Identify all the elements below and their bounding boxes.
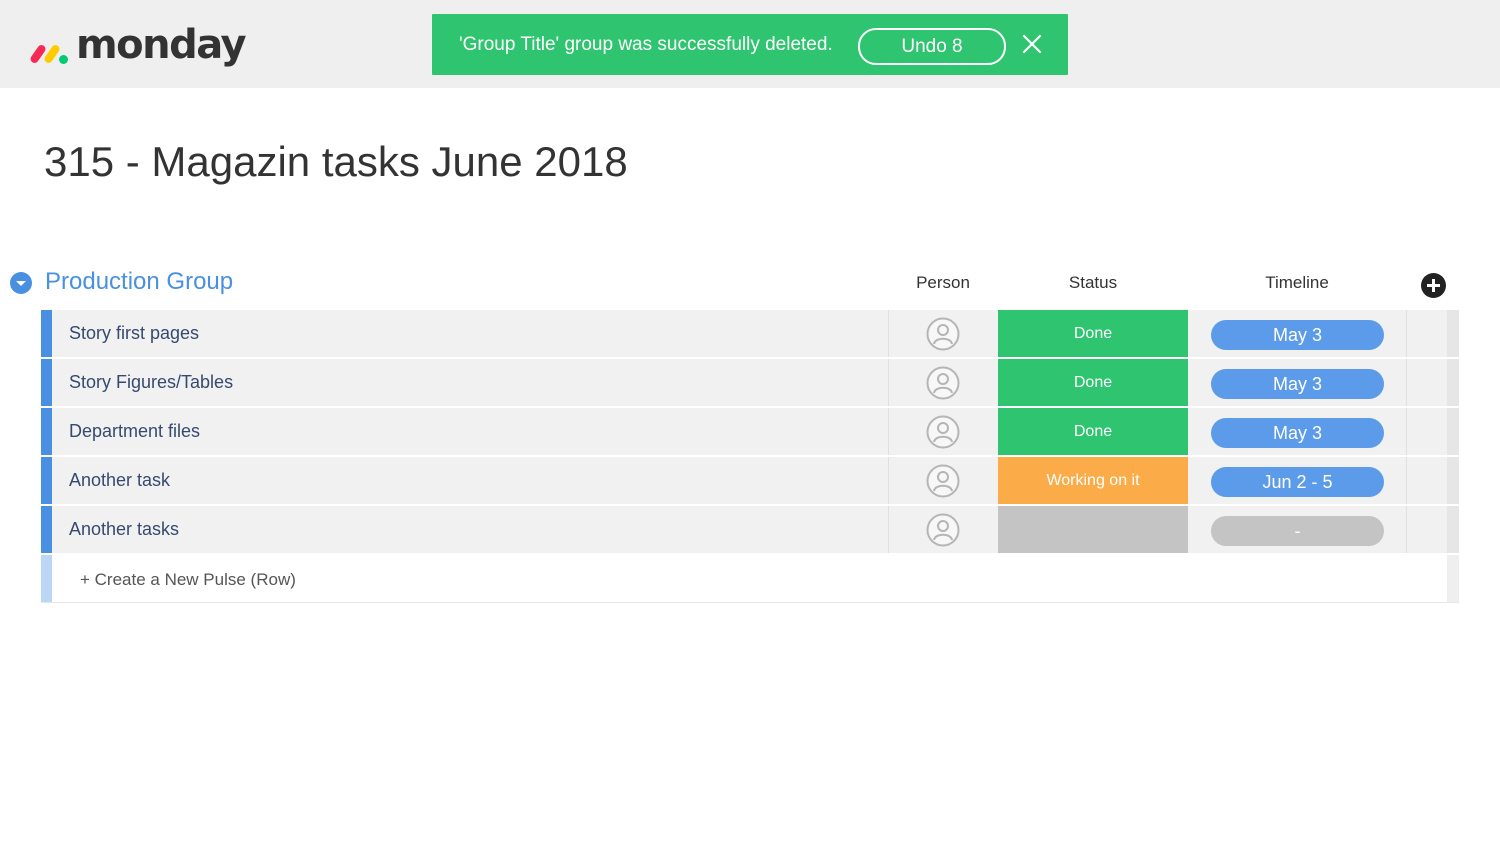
timeline-pill[interactable]: May 3 (1211, 369, 1384, 399)
group-title[interactable]: Production Group (45, 266, 233, 298)
row-name[interactable]: Department files (69, 408, 200, 455)
table-row[interactable]: Department files Done May 3 (41, 408, 1459, 455)
status-cell[interactable]: Done (998, 310, 1188, 357)
create-new-row[interactable]: + Create a New Pulse (Row) (41, 555, 1459, 603)
column-divider (1406, 310, 1407, 357)
group-table: Story first pages Done May 3 Story Figures/… (41, 310, 1459, 603)
logo-mark-icon (28, 30, 72, 65)
column-divider (888, 359, 889, 406)
group-color-bar (41, 555, 52, 602)
board-title[interactable]: 315 - Magazin tasks June 2018 (44, 134, 628, 190)
toast-message: 'Group Title' group was successfully del… (459, 34, 833, 55)
status-cell[interactable] (998, 506, 1188, 553)
column-header-status[interactable]: Status (998, 272, 1188, 294)
column-header-person[interactable]: Person (889, 272, 997, 294)
column-divider (1406, 359, 1407, 406)
column-divider (888, 310, 889, 357)
logo-text: monday (76, 22, 247, 68)
person-avatar-icon[interactable] (926, 464, 960, 498)
timeline-pill[interactable]: Jun 2 - 5 (1211, 467, 1384, 497)
row-end-cap (1447, 506, 1459, 553)
undo-button[interactable]: Undo 8 (858, 28, 1006, 65)
table-row[interactable]: Story Figures/Tables Done May 3 (41, 359, 1459, 406)
table-row[interactable]: Another tasks - (41, 506, 1459, 553)
close-icon[interactable] (1022, 34, 1042, 54)
collapse-group-icon[interactable] (10, 272, 32, 294)
column-divider (888, 408, 889, 455)
row-end-cap (1447, 310, 1459, 357)
toast-notification: 'Group Title' group was successfully del… (432, 14, 1068, 75)
table-row[interactable]: Story first pages Done May 3 (41, 310, 1459, 357)
column-divider (888, 457, 889, 504)
column-divider (888, 506, 889, 553)
status-cell[interactable]: Working on it (998, 457, 1188, 504)
column-divider (1406, 506, 1407, 553)
row-name[interactable]: Story Figures/Tables (69, 359, 233, 406)
timeline-pill[interactable]: May 3 (1211, 418, 1384, 448)
row-end-cap (1447, 555, 1459, 602)
status-cell[interactable]: Done (998, 359, 1188, 406)
top-bar: monday 'Group Title' group was successfu… (0, 0, 1500, 88)
monday-logo[interactable]: monday (28, 20, 247, 70)
group-color-bar (41, 408, 52, 455)
row-end-cap (1447, 408, 1459, 455)
person-avatar-icon[interactable] (926, 415, 960, 449)
column-divider (1406, 408, 1407, 455)
group-color-bar (41, 310, 52, 357)
add-column-icon[interactable] (1421, 273, 1446, 298)
row-name[interactable]: Another tasks (69, 506, 179, 553)
row-end-cap (1447, 457, 1459, 504)
table-row[interactable]: Another task Working on it Jun 2 - 5 (41, 457, 1459, 504)
person-avatar-icon[interactable] (926, 366, 960, 400)
create-new-row-label[interactable]: + Create a New Pulse (Row) (80, 555, 296, 604)
column-divider (1406, 457, 1407, 504)
person-avatar-icon[interactable] (926, 317, 960, 351)
group-color-bar (41, 359, 52, 406)
group-color-bar (41, 506, 52, 553)
timeline-pill[interactable]: May 3 (1211, 320, 1384, 350)
group-color-bar (41, 457, 52, 504)
timeline-pill[interactable]: - (1211, 516, 1384, 546)
row-name[interactable]: Story first pages (69, 310, 199, 357)
status-cell[interactable]: Done (998, 408, 1188, 455)
row-name[interactable]: Another task (69, 457, 170, 504)
row-end-cap (1447, 359, 1459, 406)
column-header-timeline[interactable]: Timeline (1188, 272, 1406, 294)
person-avatar-icon[interactable] (926, 513, 960, 547)
